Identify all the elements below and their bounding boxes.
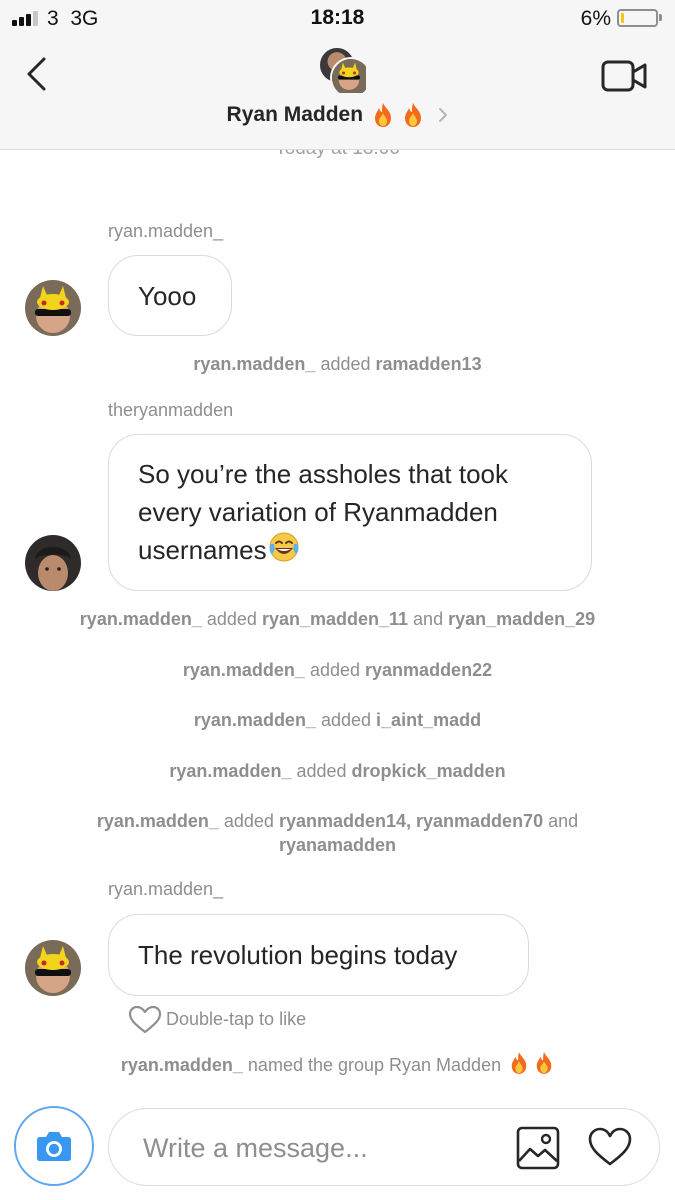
thread-timestamp: Today at 18:06 [0, 150, 675, 160]
avatar[interactable] [25, 940, 81, 996]
event-verb: added [309, 660, 361, 680]
event-target: dropkick_madden [351, 761, 506, 781]
event-verb: added [320, 354, 371, 374]
event-actor: ryan.madden_ [193, 710, 316, 730]
message-thread[interactable]: Today at 18:06 ryan.madden_ Yooo ryan.ma… [0, 150, 675, 1100]
heart-like-button[interactable] [587, 1125, 633, 1171]
chevron-right-icon [439, 108, 448, 122]
battery-icon [617, 9, 658, 27]
face-with-tears-of-joy-icon [269, 532, 299, 562]
event-verb: added [206, 609, 257, 629]
message-sender: theryanmadden [108, 400, 234, 420]
event-actor: ryan.madden_ [193, 354, 316, 374]
double-tap-like-label: Double-tap to like [166, 1009, 307, 1029]
event-actor: ryan.madden_ [96, 811, 219, 831]
video-call-button[interactable] [601, 58, 647, 94]
avatar-face-icon [25, 940, 81, 996]
event-actor: ryan.madden_ [169, 761, 292, 781]
system-event: ryan.madden_ added i_aint_madd [40, 708, 635, 732]
message-bubble[interactable]: So you’re the assholes that took every v… [108, 434, 592, 591]
system-event: ryan.madden_ added ryanmadden14, ryanmad… [40, 809, 635, 857]
avatar-face-icon [25, 280, 81, 336]
avatar-face-icon [332, 59, 366, 93]
event-verb: added [223, 811, 274, 831]
fire-icon [404, 103, 421, 127]
group-avatar-primary[interactable] [330, 57, 372, 99]
image-gallery-button[interactable] [515, 1125, 561, 1171]
message-input[interactable] [141, 1127, 505, 1169]
message-sender: ryan.madden_ [108, 221, 224, 241]
message-text: The revolution begins today [138, 940, 458, 970]
avatar-face-icon [25, 535, 81, 591]
battery-percent: 6% [580, 7, 611, 30]
event-conjunction: and [548, 811, 579, 831]
event-text: named the group Ryan Madden [247, 1055, 502, 1075]
event-conjunction: and [413, 609, 444, 629]
fire-icon [536, 1052, 552, 1074]
system-event: ryan.madden_ named the group Ryan Madden [40, 1051, 635, 1077]
event-target: ryanmadden22 [365, 660, 493, 680]
message-text: Yooo [138, 281, 197, 311]
message-bubble[interactable]: The revolution begins today [108, 914, 529, 996]
event-target: ramadden13 [375, 354, 482, 374]
event-target: ryanmadden14, ryanmadden70 [278, 811, 544, 831]
camera-button[interactable] [14, 1106, 94, 1186]
event-actor: ryan.madden_ [79, 609, 202, 629]
system-event: ryan.madden_ added ryanmadden22 [40, 658, 635, 682]
message-text: So you’re the assholes that took every v… [138, 459, 509, 565]
system-event: ryan.madden_ added ryan_madden_11 and ry… [40, 607, 635, 631]
event-actor: ryan.madden_ [120, 1055, 243, 1075]
fire-icon [511, 1052, 527, 1074]
system-event: ryan.madden_ added ramadden13 [40, 352, 635, 376]
status-time: 18:18 [310, 6, 365, 29]
message-input-container [108, 1108, 660, 1186]
back-button[interactable] [20, 56, 54, 92]
event-target: ryanamadden [278, 835, 397, 855]
battery-cap [659, 14, 662, 21]
camera-button-inner [21, 1113, 87, 1179]
heart-icon [128, 1005, 162, 1034]
system-event: ryan.madden_ added dropkick_madden [40, 759, 635, 783]
event-target: ryan_madden_29 [448, 609, 596, 629]
avatar[interactable] [25, 280, 81, 336]
avatar[interactable] [25, 535, 81, 591]
event-target: i_aint_madd [376, 710, 482, 730]
status-bar: 3 3G 18:18 6% [0, 0, 675, 36]
message-bubble[interactable]: Yooo [108, 255, 232, 336]
thread-title: Ryan Madden [226, 103, 364, 126]
fire-icon [374, 103, 391, 127]
thread-title-button[interactable]: Ryan Madden [0, 102, 675, 128]
thread-header: Ryan Madden [0, 36, 675, 150]
double-tap-like-hint[interactable]: Double-tap to like [128, 1005, 306, 1035]
battery-level-fill [621, 13, 624, 23]
event-verb: added [296, 761, 347, 781]
event-target: ryan_madden_11 [261, 609, 409, 629]
event-actor: ryan.madden_ [182, 660, 305, 680]
event-verb: added [320, 710, 372, 730]
message-sender: ryan.madden_ [108, 879, 224, 899]
message-composer [0, 1100, 675, 1200]
camera-icon [37, 1132, 71, 1161]
